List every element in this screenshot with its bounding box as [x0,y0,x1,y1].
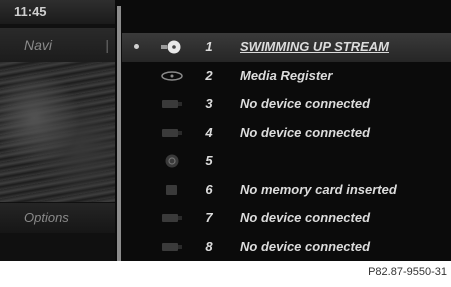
media-source-row-8[interactable]: 8 No device connected [122,233,451,262]
row-label: No device connected [240,210,371,225]
row-label: No memory card inserted [240,181,397,197]
sidebar: 11:45 Navi | Options [0,0,115,261]
figure-code: P82.87-9550-31 [368,266,447,278]
row-label: SWIMMING UP STREAM [240,39,390,54]
row-label: No device connected [240,124,371,140]
row-number: 4 [205,124,213,140]
navi-separator: | [105,37,109,53]
media-source-row-3[interactable]: 3 No device connected [122,90,451,119]
row-number: 3 [205,96,213,111]
row-label: No device connected [240,96,371,111]
ipod-icon [165,154,179,168]
navi-menu-item[interactable]: Navi | [0,28,115,62]
selected-bullet [134,44,139,49]
row-label: No device connected [240,238,371,254]
media-source-row-4[interactable]: 4 No device connected [122,119,451,148]
row-number: 6 [205,181,213,197]
row-number: 2 [205,67,213,83]
usb-icon [162,242,182,251]
disc-icon [161,40,181,54]
divider [117,6,121,261]
hdd-icon [161,70,183,81]
options-label: Options [24,210,69,225]
navi-label: Navi [24,37,53,53]
memory-card-icon [166,184,177,195]
media-source-row-1[interactable]: 1 SWIMMING UP STREAM [122,33,451,62]
row-number: 5 [205,153,213,168]
media-source-row-2[interactable]: 2 Media Register [122,62,451,91]
row-number: 8 [205,238,213,254]
usb-icon [162,214,182,222]
media-source-row-7[interactable]: 7 No device connected [122,204,451,233]
usb-icon [162,100,182,108]
media-screen: 11:45 Navi | Options 1 SWIMMING UP STREA… [0,0,451,261]
row-number: 7 [205,210,213,225]
row-number: 1 [205,39,213,54]
media-source-row-6[interactable]: 6 No memory card inserted [122,176,451,205]
media-source-list: 1 SWIMMING UP STREAM 2 Media Register 3 … [122,33,451,261]
options-button[interactable]: Options [0,203,115,233]
clock: 11:45 [0,0,115,24]
media-source-row-5[interactable]: 5 [122,147,451,176]
map-preview [0,62,115,202]
row-label: Media Register [240,67,333,83]
usb-icon [162,128,182,137]
